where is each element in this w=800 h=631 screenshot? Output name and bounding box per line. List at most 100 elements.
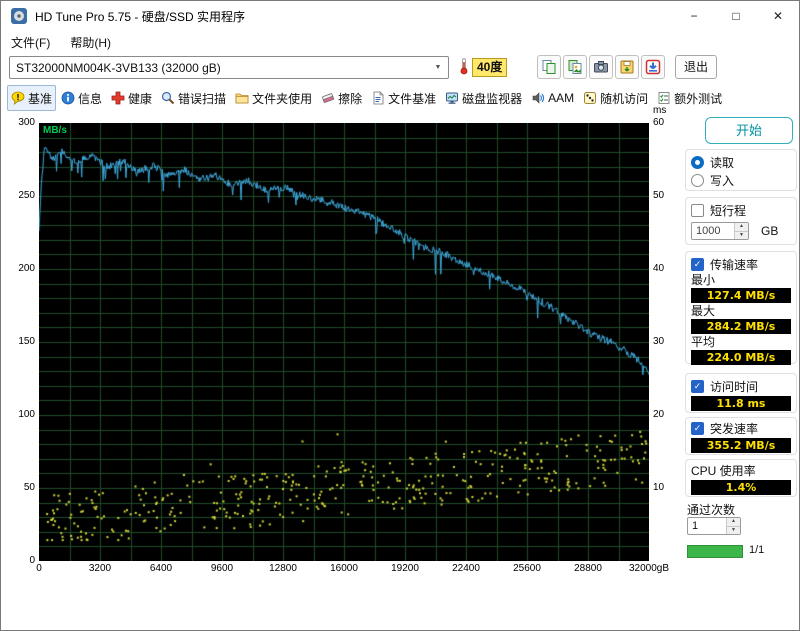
start-button[interactable]: 开始 xyxy=(705,117,793,144)
extra-tests-icon xyxy=(657,91,671,105)
x-tick-label: 19200 xyxy=(391,563,419,574)
tab-bar: 基准 信息 健康 错误扫描 文件夹使用 擦除 文件基准 磁盘监视器 AAM 随机访问 额外测试 xyxy=(7,85,726,111)
tab-file-benchmark[interactable]: 文件基准 xyxy=(367,85,440,111)
short-stroke-group: 短行程 1000 ▲ ▼ GB xyxy=(685,197,797,245)
copy-image-button[interactable] xyxy=(563,55,587,79)
tab-aam[interactable]: AAM xyxy=(527,85,578,111)
x-tick-label: 9600 xyxy=(210,563,234,574)
x-tick-label: 32000gB xyxy=(628,563,670,574)
cpu-usage-label: CPU 使用率 xyxy=(691,464,756,478)
passes-value: 1 xyxy=(692,520,699,532)
checkbox-checked-icon: ✓ xyxy=(691,422,704,435)
radio-selected-icon xyxy=(691,155,704,169)
access-time-checkbox[interactable]: ✓ 访问时间 xyxy=(691,378,791,394)
short-stroke-checkbox[interactable]: 短行程 xyxy=(691,202,791,218)
menu-item-help[interactable]: 帮助(H) xyxy=(60,32,121,53)
drive-select[interactable]: ST32000NM004K-3VB133 (32000 gB) ▼ xyxy=(9,56,449,79)
mode-group: 读取 写入 xyxy=(685,149,797,191)
tab-benchmark[interactable]: 基准 xyxy=(7,85,57,111)
camera-icon xyxy=(593,59,609,75)
read-radio[interactable]: 读取 xyxy=(691,154,791,170)
checkbox-checked-icon: ✓ xyxy=(691,257,704,271)
access-time-value: 11.8 ms xyxy=(691,396,791,411)
read-radio-label: 读取 xyxy=(710,155,735,170)
temperature-display: 40度 xyxy=(459,55,508,79)
aam-icon xyxy=(531,91,545,105)
save-button[interactable] xyxy=(615,55,639,79)
tab-random-access[interactable]: 随机访问 xyxy=(579,85,652,111)
maximize-icon[interactable]: □ xyxy=(715,1,757,31)
right-axis-unit-label: ms xyxy=(653,105,667,116)
short-stroke-value: 1000 xyxy=(696,225,721,237)
checkbox-unchecked-icon xyxy=(691,203,704,217)
exit-button[interactable]: 退出 xyxy=(675,55,717,79)
spin-down-button[interactable]: ▼ xyxy=(727,525,740,534)
info-icon xyxy=(61,91,75,105)
passes-label: 通过次数 xyxy=(687,503,736,517)
min-value: 127.4 MB/s xyxy=(691,288,791,303)
transfer-rate-checkbox[interactable]: ✓ 传输速率 xyxy=(691,256,791,272)
toolbar-buttons xyxy=(537,55,665,79)
checkbox-checked-icon: ✓ xyxy=(691,379,704,393)
progress-bar xyxy=(687,545,743,558)
progress-label: 1/1 xyxy=(749,544,765,556)
cpu-usage-value: 1.4% xyxy=(691,480,791,495)
transfer-rate-group: ✓ 传输速率 最小 127.4 MB/s 最大 284.2 MB/s 平均 22… xyxy=(685,251,797,365)
screenshot-button[interactable] xyxy=(589,55,613,79)
erase-icon xyxy=(321,91,335,105)
title-bar: HD Tune Pro 5.75 - 硬盘/SSD 实用程序 − □ ✕ xyxy=(1,1,799,31)
tab-folder-usage[interactable]: 文件夹使用 xyxy=(231,85,316,111)
folder-usage-icon xyxy=(235,91,249,105)
short-stroke-label: 短行程 xyxy=(710,203,747,218)
left-axis-unit-label: MB/s xyxy=(43,125,67,136)
avg-label: 平均 xyxy=(691,335,716,349)
burst-rate-label: 突发速率 xyxy=(710,422,759,436)
hd-tune-window: HD Tune Pro 5.75 - 硬盘/SSD 实用程序 − □ ✕ 文件(… xyxy=(0,0,800,631)
tab-health[interactable]: 健康 xyxy=(107,85,156,111)
close-icon[interactable]: ✕ xyxy=(757,1,799,31)
burst-rate-group: ✓ 突发速率 355.2 MB/s xyxy=(685,417,797,455)
tab-error-scan[interactable]: 错误扫描 xyxy=(157,85,230,111)
x-tick-label: 22400 xyxy=(452,563,480,574)
right-tick-label: 30 xyxy=(653,336,665,347)
right-tick-label: 60 xyxy=(653,117,665,128)
spin-down-button[interactable]: ▼ xyxy=(735,230,748,239)
left-tick-label: 50 xyxy=(23,482,35,493)
disk-monitor-icon xyxy=(445,91,459,105)
random-access-icon xyxy=(583,91,597,105)
file-benchmark-icon xyxy=(371,91,385,105)
spin-up-button[interactable]: ▲ xyxy=(735,223,748,231)
drive-select-value: ST32000NM004K-3VB133 (32000 gB) xyxy=(16,60,221,75)
right-tick-label: 50 xyxy=(653,190,665,201)
left-tick-label: 300 xyxy=(18,117,35,128)
tab-disk-monitor[interactable]: 磁盘监视器 xyxy=(441,85,526,111)
download-button[interactable] xyxy=(641,55,665,79)
tab-erase[interactable]: 擦除 xyxy=(317,85,366,111)
spin-up-button[interactable]: ▲ xyxy=(727,518,740,526)
x-tick-label: 12800 xyxy=(269,563,297,574)
menu-bar: 文件(F) 帮助(H) xyxy=(1,31,799,53)
short-stroke-input[interactable]: 1000 ▲ ▼ xyxy=(691,222,749,240)
copy-info-button[interactable] xyxy=(537,55,561,79)
write-radio[interactable]: 写入 xyxy=(691,172,791,188)
min-label: 最小 xyxy=(691,273,716,287)
burst-rate-checkbox[interactable]: ✓ 突发速率 xyxy=(691,421,791,436)
max-label: 最大 xyxy=(691,304,716,318)
radio-unselected-icon xyxy=(691,173,704,187)
right-tick-label: 40 xyxy=(653,263,665,274)
chevron-down-icon: ▼ xyxy=(434,64,442,71)
right-tick-label: 10 xyxy=(653,482,665,493)
passes-input[interactable]: 1 ▲ ▼ xyxy=(687,517,741,535)
x-tick-label: 3200 xyxy=(88,563,112,574)
benchmark-chart xyxy=(39,123,649,561)
minimize-icon[interactable]: − xyxy=(673,1,715,31)
app-icon xyxy=(11,8,27,24)
window-controls: − □ ✕ xyxy=(673,1,799,31)
health-icon xyxy=(111,91,125,105)
right-tick-label: 20 xyxy=(653,409,665,420)
menu-item-file[interactable]: 文件(F) xyxy=(1,32,60,53)
save-icon xyxy=(619,59,635,75)
tab-info[interactable]: 信息 xyxy=(57,85,106,111)
error-scan-icon xyxy=(161,91,175,105)
left-tick-label: 250 xyxy=(18,190,35,201)
